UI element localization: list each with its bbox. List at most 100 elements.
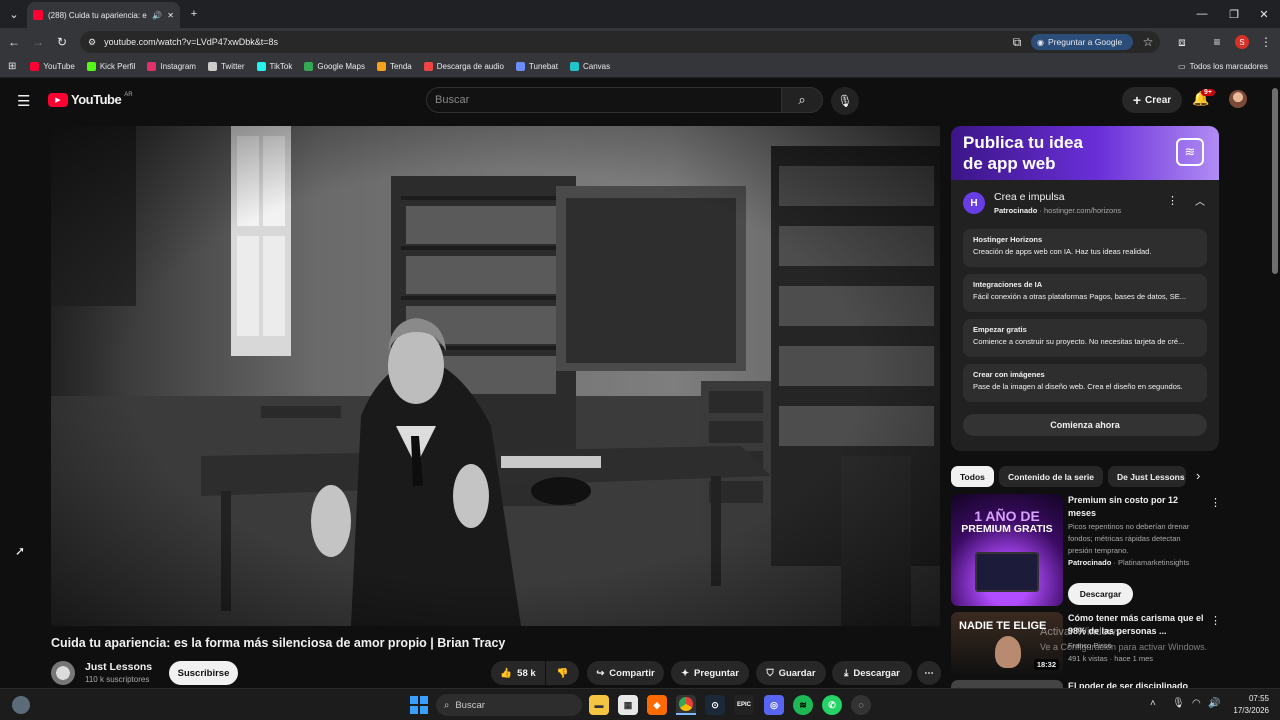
sponsored-thumbnail[interactable]: 1 AÑO DE PREMIUM GRATIS: [951, 494, 1063, 606]
bookmark-instagram[interactable]: Instagram: [147, 62, 196, 71]
more-actions-button[interactable]: ⋯: [917, 661, 941, 685]
ask-button[interactable]: ✦ Preguntar: [671, 661, 749, 685]
epic-games-icon[interactable]: EPIC: [734, 695, 754, 715]
collapse-chevron-icon[interactable]: ︿: [1195, 193, 1205, 208]
ad-cta-button[interactable]: Comienza ahora: [963, 414, 1207, 436]
whatsapp-icon[interactable]: ✆: [822, 695, 842, 715]
dislike-button[interactable]: 👎: [546, 661, 579, 685]
create-button[interactable]: + Crear: [1122, 87, 1182, 113]
like-button[interactable]: 👍 58 k: [491, 661, 545, 685]
volume-icon[interactable]: 🔊: [1208, 698, 1220, 709]
channel-name[interactable]: Just Lessons: [85, 661, 152, 673]
taskbar-search-placeholder: Buscar: [455, 699, 485, 711]
reload-icon[interactable]: ↻: [52, 32, 72, 52]
menu-icon[interactable]: ⋮: [1256, 32, 1276, 52]
share-button[interactable]: ↪ Compartir: [587, 661, 664, 685]
rec-more-icon[interactable]: ⋮: [1210, 614, 1221, 627]
restore-button[interactable]: ❐: [1224, 4, 1244, 24]
download-button[interactable]: ⤓ Descargar: [832, 661, 912, 685]
minimize-button[interactable]: —: [1192, 4, 1212, 24]
taskbar-search-box[interactable]: ⌕ Buscar: [436, 694, 582, 716]
close-window-button[interactable]: ✕: [1254, 4, 1274, 24]
chip-series[interactable]: Contenido de la serie: [999, 466, 1103, 487]
ad-feature-item[interactable]: Hostinger Horizons Creación de apps web c…: [963, 229, 1207, 267]
feature-title: Integraciones de IA: [973, 280, 1043, 289]
ad-sponsor-line: Patrocinado · hostinger.com/horizons: [994, 206, 1122, 215]
feature-desc: Creación de apps web con IA. Haz tus ide…: [973, 247, 1152, 256]
video-thumbnail[interactable]: [951, 680, 1063, 688]
back-icon[interactable]: ←: [4, 32, 24, 52]
extensions-icon[interactable]: ⧈: [1172, 32, 1192, 52]
bookmark-google-maps[interactable]: Google Maps: [304, 62, 365, 71]
save-button[interactable]: ⛉ Guardar: [756, 661, 826, 685]
bookmark-label: Tunebat: [528, 62, 558, 71]
ad-banner-line1: Publica tu idea: [963, 133, 1083, 152]
forward-icon[interactable]: →: [28, 32, 48, 52]
profile-avatar[interactable]: S: [1232, 32, 1252, 52]
bookmark-canvas[interactable]: Canvas: [569, 62, 610, 71]
ad-feature-item[interactable]: Integraciones de IA Fácil conexión a otra…: [963, 274, 1207, 312]
file-explorer-icon[interactable]: ▬: [589, 695, 609, 715]
youtube-logo[interactable]: ▶ YouTube AR: [48, 92, 133, 107]
audio-download-icon: [423, 62, 433, 71]
cast-icon[interactable]: ⧉: [1007, 32, 1027, 52]
tab-close-icon[interactable]: ✕: [167, 11, 174, 20]
site-info-icon[interactable]: ⚙: [88, 37, 96, 48]
browser-tab-active[interactable]: (288) Cuida tu apariencia: e 🔊 ✕: [27, 2, 180, 28]
bookmark-label: Descarga de audio: [436, 62, 504, 71]
ad-banner[interactable]: Publica tu idea de app web ≋: [951, 126, 1219, 180]
obs-icon[interactable]: ◌: [851, 695, 871, 715]
new-tab-button[interactable]: +: [184, 4, 204, 24]
ad-more-icon[interactable]: ⋮: [1167, 194, 1178, 207]
ad-title[interactable]: Crea e impulsa: [994, 191, 1065, 203]
video-player[interactable]: [51, 126, 940, 626]
bookmark-tunebat[interactable]: Tunebat: [515, 62, 558, 71]
rec-title[interactable]: Premium sin costo por 12 meses: [1068, 494, 1203, 520]
bookmark-tenda[interactable]: Tenda: [376, 62, 412, 71]
subscribe-button[interactable]: Suscribirse: [169, 661, 238, 685]
wifi-icon[interactable]: ◠: [1192, 698, 1201, 709]
windows-start-icon[interactable]: [410, 696, 428, 714]
store-icon[interactable]: ▦: [618, 695, 638, 715]
ad-feature-item[interactable]: Empezar gratis Comience a construir su pr…: [963, 319, 1207, 357]
bookmark-kick[interactable]: Kick Perfil: [86, 62, 135, 71]
ad-feature-item[interactable]: Crear con imágenes Pase de la imagen al d…: [963, 364, 1207, 402]
all-bookmarks[interactable]: ▭ Todos los marcadores: [1178, 62, 1268, 71]
page-scrollbar[interactable]: [1272, 88, 1278, 274]
account-avatar[interactable]: [1229, 90, 1247, 108]
ad-domain: hostinger.com/horizons: [1044, 206, 1122, 215]
url-text[interactable]: youtube.com/watch?v=LVdP47xwDbk&t=8s: [104, 37, 278, 47]
chrome-icon[interactable]: [676, 695, 696, 715]
weather-widget-icon[interactable]: [12, 696, 30, 714]
search-input[interactable]: Buscar: [426, 87, 782, 113]
clock[interactable]: 07:55 17/3/2026: [1227, 693, 1269, 717]
rec-download-button[interactable]: Descargar: [1068, 583, 1133, 605]
reading-list-icon[interactable]: ≡: [1207, 32, 1227, 52]
microphone-tray-icon[interactable]: 🎙: [1172, 698, 1185, 709]
channel-avatar[interactable]: [51, 661, 75, 685]
bookmark-twitter[interactable]: Twitter: [207, 62, 245, 71]
chips-next-chevron-icon[interactable]: ›: [1196, 468, 1200, 483]
tray-chevron-icon[interactable]: ˄: [1150, 698, 1156, 709]
voice-search-button[interactable]: 🎙: [831, 87, 859, 115]
tab-search-button[interactable]: ⌄: [4, 4, 24, 24]
rec-more-icon[interactable]: ⋮: [1210, 496, 1221, 509]
bookmark-star-icon[interactable]: ☆: [1138, 32, 1158, 52]
hamburger-menu-icon[interactable]: ☰: [17, 92, 30, 110]
rec-title[interactable]: El poder de ser disciplinado: [1068, 680, 1204, 688]
search-button[interactable]: ⌕: [781, 87, 823, 113]
ask-google-button[interactable]: ◉ Preguntar a Google: [1031, 34, 1133, 50]
chip-all[interactable]: Todos: [951, 466, 994, 487]
discord-icon[interactable]: ◎: [764, 695, 784, 715]
apps-icon[interactable]: ⊞: [8, 61, 16, 72]
bookmark-youtube[interactable]: YouTube: [30, 62, 75, 71]
bookmark-tiktok[interactable]: TikTok: [256, 62, 292, 71]
google-lens-icon: ◉: [1037, 37, 1044, 47]
bookmark-audio-download[interactable]: Descarga de audio: [423, 62, 504, 71]
speaker-icon[interactable]: 🔊: [152, 11, 162, 20]
address-bar[interactable]: ⚙ youtube.com/watch?v=LVdP47xwDbk&t=8s: [80, 31, 1160, 53]
brave-icon[interactable]: ◆: [647, 695, 667, 715]
steam-icon[interactable]: ⊙: [705, 695, 725, 715]
spotify-icon[interactable]: ≋: [793, 695, 813, 715]
chip-channel[interactable]: De Just Lessons: [1108, 466, 1186, 487]
